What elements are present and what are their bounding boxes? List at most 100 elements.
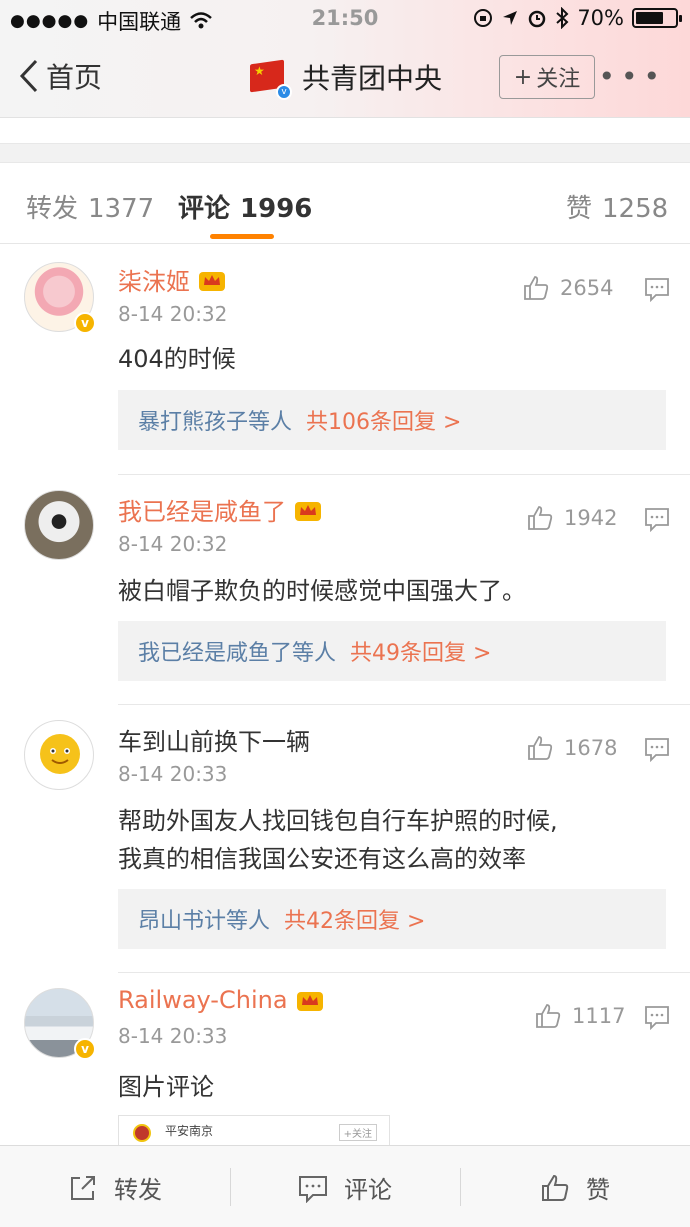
back-button[interactable]: 首页 <box>18 56 102 96</box>
battery-icon <box>632 8 682 28</box>
bottom-action-bar: 转发 评论 赞 <box>0 1145 690 1227</box>
comment-icon <box>299 1175 327 1203</box>
comment-author[interactable]: 柒沫姬 <box>118 262 226 297</box>
alarm-icon <box>529 10 546 28</box>
weibo-comments-screen: ●●●●● 中国联通 21:50 70% 首页 ★ v 共青团中央 + 关注 •… <box>0 0 690 1227</box>
comment-author[interactable]: Railway-China <box>118 986 324 1014</box>
tab-reposts[interactable]: 转发 1377 <box>26 188 154 225</box>
reply-icon[interactable] <box>644 1004 670 1030</box>
divider <box>118 704 690 705</box>
repost-button[interactable]: 转发 <box>68 1170 162 1205</box>
orientation-lock-icon <box>474 9 493 27</box>
like-count: 1942 <box>564 506 618 530</box>
author-name: 柒沫姬 <box>118 268 190 296</box>
like-count: 2654 <box>560 276 614 300</box>
divider <box>118 474 690 475</box>
like-label: 赞 <box>586 1176 610 1204</box>
divider <box>118 972 690 973</box>
verified-icon: v <box>74 312 96 334</box>
like-button[interactable]: 1942 <box>526 504 617 532</box>
comment-time: 8-14 20:32 <box>118 302 228 326</box>
author-name: Railway-China <box>118 986 288 1014</box>
thumbs-up-icon <box>528 506 553 530</box>
status-bar: ●●●●● 中国联通 21:50 70% <box>0 6 690 34</box>
image-follow-label: +关注 <box>338 1124 377 1141</box>
like-button[interactable]: 1678 <box>526 734 617 762</box>
crown-icon <box>296 992 323 1011</box>
thumbs-up-icon <box>536 1004 561 1028</box>
nav-bar: 首页 ★ v 共青团中央 + 关注 ••• <box>0 48 690 108</box>
avatar[interactable]: v <box>24 262 96 334</box>
bluetooth-icon <box>556 7 569 29</box>
location-icon <box>503 11 518 25</box>
reply-icon[interactable] <box>644 506 670 532</box>
comment-text: 被白帽子欺负的时候感觉中国强大了。 <box>118 577 526 605</box>
follow-label: 关注 <box>536 67 581 92</box>
tab-reposts-label: 转发 <box>26 194 79 224</box>
comment-text-line: 我真的相信我国公安还有这么高的效率 <box>118 845 526 873</box>
crown-icon <box>199 271 225 291</box>
verified-icon: v <box>74 1038 96 1060</box>
reply-count: 共106条回复 > <box>306 410 462 435</box>
comment-time: 8-14 20:32 <box>118 532 228 556</box>
thumbs-up-icon <box>528 736 553 760</box>
separator <box>230 1168 231 1206</box>
reply-users: 昂山书计等人 <box>138 909 271 934</box>
author-name: 车到山前换下一辆 <box>118 728 310 756</box>
more-icon[interactable]: ••• <box>598 60 666 93</box>
comment-button[interactable]: 评论 <box>298 1170 392 1205</box>
comment-text-line: 帮助外国友人找回钱包自行车护照的时候, <box>118 807 558 835</box>
comment-text: 图片评论 <box>118 1073 214 1101</box>
plus-icon: + <box>513 64 533 90</box>
comment-author[interactable]: 我已经是咸鱼了 <box>118 492 322 527</box>
share-icon <box>71 1175 95 1200</box>
reply-users: 暴打熊孩子等人 <box>138 410 293 435</box>
comment-image[interactable]: 平安南京 +关注 <box>118 1115 390 1147</box>
avatar[interactable] <box>24 490 94 560</box>
separator <box>460 1168 461 1206</box>
comment-text: 帮助外国友人找回钱包自行车护照的时候, 我真的相信我国公安还有这么高的效率 <box>118 802 558 878</box>
back-label: 首页 <box>46 61 103 94</box>
tab-comments[interactable]: 评论 1996 <box>178 188 312 225</box>
repost-label: 转发 <box>114 1176 162 1204</box>
comment-label: 评论 <box>344 1176 392 1204</box>
replies-link[interactable]: 我已经是咸鱼了等人 共49条回复 > <box>118 621 666 681</box>
replies-link[interactable]: 暴打熊孩子等人 共106条回复 > <box>118 390 666 450</box>
comment-author[interactable]: 车到山前换下一辆 <box>118 722 310 757</box>
active-tab-indicator <box>210 234 274 239</box>
author-name: 我已经是咸鱼了 <box>118 498 286 526</box>
section-divider <box>0 143 690 163</box>
follow-button[interactable]: + 关注 <box>499 55 595 99</box>
reply-users: 我已经是咸鱼了等人 <box>138 641 337 666</box>
comment-text: 404的时候 <box>118 345 236 373</box>
tab-bar: 转发 1377 评论 1996 赞 1258 <box>0 170 690 244</box>
reply-icon[interactable] <box>644 736 670 762</box>
avatar[interactable] <box>24 720 94 790</box>
like-count: 1117 <box>572 1004 626 1028</box>
police-emblem-icon <box>133 1124 151 1142</box>
chevron-left-icon <box>19 59 38 93</box>
comment-time: 8-14 20:33 <box>118 1024 228 1048</box>
reply-count: 共49条回复 > <box>350 641 492 666</box>
smiley-face-icon <box>40 734 80 774</box>
reply-icon[interactable] <box>644 276 670 302</box>
tab-likes[interactable]: 赞 1258 <box>566 188 668 225</box>
reply-count: 共42条回复 > <box>284 909 426 934</box>
replies-link[interactable]: 昂山书计等人 共42条回复 > <box>118 889 666 949</box>
thumbs-up-icon <box>542 1174 569 1201</box>
account-title[interactable]: ★ v 共青团中央 <box>248 56 443 100</box>
page-title: 共青团中央 <box>302 62 443 95</box>
battery-percent: 70% <box>577 6 624 30</box>
comment-time: 8-14 20:33 <box>118 762 228 786</box>
thumbs-up-icon <box>524 276 549 300</box>
tab-reposts-count: 1377 <box>88 194 155 224</box>
crown-icon <box>295 501 321 521</box>
account-logo: ★ v <box>248 56 292 100</box>
like-post-button[interactable]: 赞 <box>540 1170 610 1205</box>
like-button[interactable]: 2654 <box>522 274 613 302</box>
like-count: 1678 <box>564 736 618 760</box>
verified-icon: v <box>276 84 292 100</box>
avatar[interactable]: v <box>24 988 96 1060</box>
like-button[interactable]: 1117 <box>534 1002 625 1030</box>
tab-likes-count: 1258 <box>602 194 669 224</box>
